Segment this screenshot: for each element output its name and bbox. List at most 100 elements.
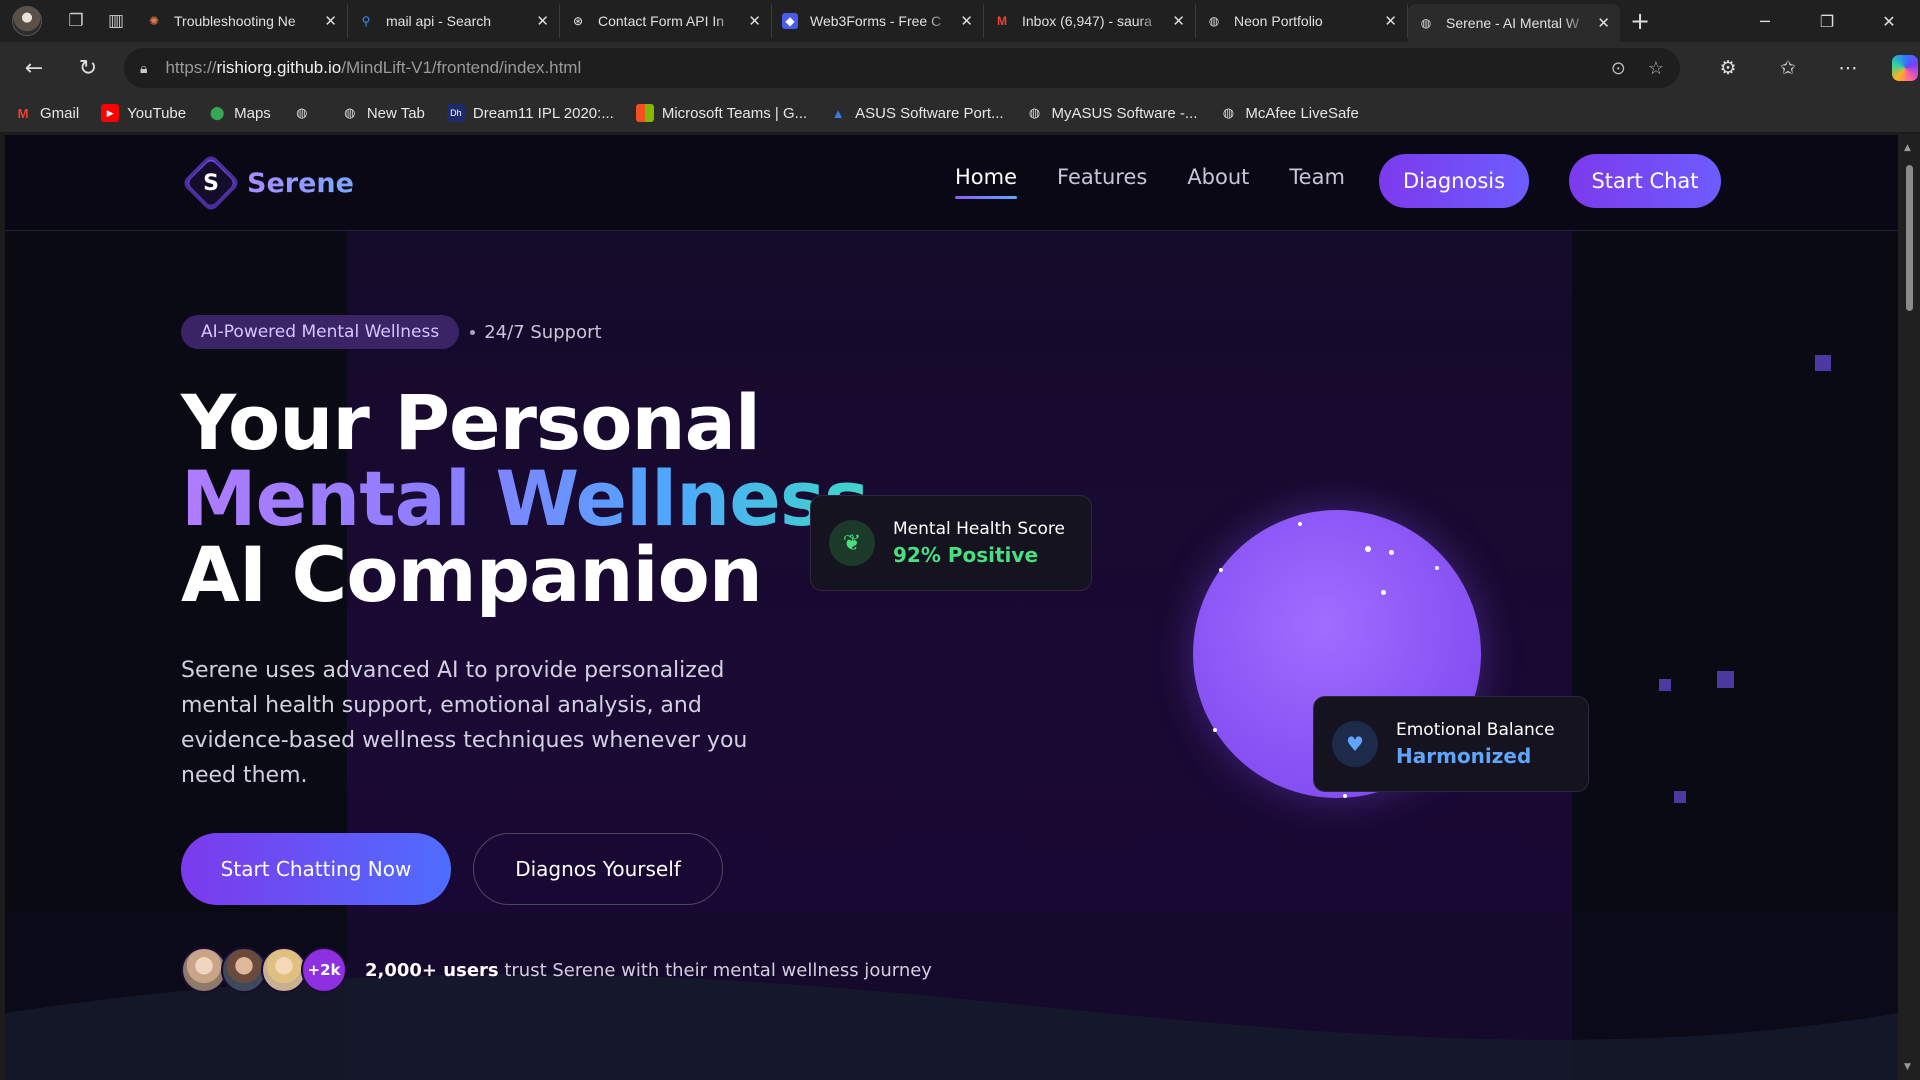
close-tab-icon[interactable]: ✕ — [1172, 12, 1185, 30]
globe-icon: ◍ — [1028, 105, 1041, 120]
wave-decoration — [5, 913, 1898, 1080]
browser-tab[interactable]: ⊛ Contact Form API In ✕ — [560, 4, 772, 38]
bookmark-asus[interactable]: ▲ ASUS Software Port... — [829, 104, 1004, 122]
web-page: S Serene Home Features About Team Diagno… — [5, 135, 1898, 1080]
close-tab-icon[interactable]: ✕ — [536, 12, 549, 30]
youtube-icon: ▶ — [101, 104, 120, 122]
asus-icon: ▲ — [831, 105, 845, 121]
card-title: Emotional Balance — [1396, 720, 1555, 740]
close-tab-icon[interactable]: ✕ — [748, 12, 761, 30]
brand-name: Serene — [247, 167, 354, 199]
close-window-icon[interactable]: ✕ — [1858, 12, 1920, 31]
bookmark-youtube[interactable]: ▶ YouTube — [101, 104, 186, 122]
decor-square — [1659, 679, 1671, 691]
card-title: Mental Health Score — [893, 519, 1065, 539]
browser-tab[interactable]: ✺ Troubleshooting Ne ✕ — [136, 4, 348, 38]
more-menu-icon[interactable]: ⋯ — [1818, 57, 1878, 79]
decor-square — [1674, 791, 1686, 803]
bookmark-teams[interactable]: Microsoft Teams | G... — [635, 104, 807, 122]
workspaces-icon[interactable]: ❐ — [56, 5, 96, 37]
microsoft-icon — [635, 104, 654, 122]
heart-pulse-icon: ♥ — [1332, 721, 1378, 767]
refresh-icon[interactable]: ↻ — [66, 48, 110, 88]
globe-icon: ◍ — [1208, 14, 1220, 28]
site-logo[interactable]: S Serene — [181, 153, 354, 213]
card-value: Harmonized — [1396, 744, 1532, 768]
dot-separator — [470, 329, 476, 335]
gmail-icon: M — [997, 14, 1007, 28]
search-icon: ⚲ — [361, 14, 371, 28]
browser-tab-bar: ❐ ▥ ✺ Troubleshooting Ne ✕ ⚲ mail api - … — [0, 0, 1920, 42]
card-value: 92% Positive — [893, 543, 1039, 567]
page-scrollbar[interactable]: ▲ ▼ — [1898, 135, 1920, 1080]
users-trust-text: 2,000+ users trust Serene with their men… — [365, 959, 932, 981]
gmail-icon: M — [17, 105, 29, 121]
nav-links: Home Features About Team — [955, 165, 1385, 199]
hero-description: Serene uses advanced AI to provide perso… — [181, 658, 748, 788]
brain-icon: ❦ — [829, 520, 875, 566]
nav-home[interactable]: Home — [955, 165, 1018, 199]
ai-badge: AI-Powered Mental Wellness — [181, 315, 460, 349]
scroll-down-icon[interactable]: ▼ — [1904, 1062, 1911, 1072]
extensions-icon[interactable]: ⚙ — [1698, 57, 1758, 79]
browser-tab[interactable]: M Inbox (6,947) - saura ✕ — [984, 4, 1196, 38]
more-users-badge: +2k — [301, 947, 347, 993]
start-chatting-button[interactable]: Start Chatting Now — [181, 833, 451, 905]
decor-square — [1815, 355, 1831, 371]
bookmark-new-tab[interactable]: ◍ New Tab — [341, 104, 425, 122]
vertical-tabs-icon[interactable]: ▥ — [96, 5, 136, 37]
close-tab-icon[interactable]: ✕ — [1597, 14, 1610, 32]
favorite-star-icon[interactable]: ☆ — [1648, 58, 1664, 79]
window-controls: ─ ❐ ✕ — [1734, 12, 1920, 31]
site-navbar: S Serene Home Features About Team Diagno… — [5, 135, 1898, 231]
restore-icon[interactable]: ❐ — [1796, 12, 1858, 31]
mental-health-score-card: ❦ Mental Health Score 92% Positive — [810, 495, 1092, 591]
emotional-balance-card: ♥ Emotional Balance Harmonized — [1313, 696, 1589, 792]
minimize-icon[interactable]: ─ — [1734, 12, 1796, 31]
browser-tab-active[interactable]: ◍ Serene - AI Mental W ✕ — [1408, 4, 1620, 42]
globe-icon: ◍ — [296, 105, 308, 120]
bookmark-myasus[interactable]: ◍ MyASUS Software -... — [1026, 104, 1198, 122]
diagnosis-button[interactable]: Diagnosis — [1379, 154, 1529, 208]
address-bar[interactable]: 🔒︎ https://rishiorg.github.io/MindLift-V… — [124, 48, 1680, 88]
user-trust-row: +2k 2,000+ users trust Serene with their… — [181, 947, 932, 993]
diagnose-yourself-button[interactable]: Diagnos Yourself — [473, 833, 723, 905]
claude-icon: ✺ — [148, 14, 160, 28]
globe-icon: ◍ — [1222, 105, 1235, 120]
reading-mode-icon[interactable]: ⊙ — [1611, 58, 1626, 79]
scrollbar-thumb[interactable] — [1906, 165, 1913, 311]
bookmark-mcafee[interactable]: ◍ McAfee LiveSafe — [1219, 104, 1359, 122]
hero-badge-row: AI-Powered Mental Wellness 24/7 Support — [181, 315, 602, 349]
nav-team[interactable]: Team — [1289, 165, 1345, 195]
copilot-icon[interactable] — [1892, 55, 1918, 81]
url-text[interactable]: https://rishiorg.github.io/MindLift-V1/f… — [165, 58, 1588, 78]
new-tab-button[interactable]: + — [1620, 7, 1660, 35]
back-arrow-icon[interactable]: ← — [12, 48, 56, 88]
globe-icon: ◍ — [1420, 16, 1432, 30]
close-tab-icon[interactable]: ✕ — [1384, 12, 1397, 30]
nav-features[interactable]: Features — [1057, 165, 1147, 195]
browser-tab[interactable]: ◆ Web3Forms - Free C ✕ — [772, 4, 984, 38]
close-tab-icon[interactable]: ✕ — [960, 12, 973, 30]
address-toolbar: ← ↻ 🔒︎ https://rishiorg.github.io/MindLi… — [0, 42, 1920, 94]
maps-icon: ⬤ — [209, 105, 225, 120]
cube-icon: ◆ — [782, 13, 798, 29]
hero-title: Your Personal Mental Wellness AI Compani… — [181, 378, 869, 619]
close-tab-icon[interactable]: ✕ — [324, 12, 337, 30]
browser-tab[interactable]: ⚲ mail api - Search ✕ — [348, 4, 560, 38]
nav-about[interactable]: About — [1187, 165, 1249, 195]
scroll-up-icon[interactable]: ▲ — [1904, 143, 1911, 153]
bookmark-globe[interactable]: ◍ — [293, 104, 319, 122]
lock-icon[interactable]: 🔒︎ — [140, 60, 147, 77]
profile-avatar[interactable] — [12, 6, 42, 36]
support-label: 24/7 Support — [484, 321, 602, 343]
bookmark-dream11[interactable]: Dh Dream11 IPL 2020:... — [446, 104, 614, 122]
browser-tab[interactable]: ◍ Neon Portfolio ✕ — [1196, 4, 1408, 38]
globe-icon: ◍ — [344, 105, 356, 120]
bookmark-maps[interactable]: ⬤ Maps — [208, 104, 271, 122]
favorites-icon[interactable]: ✩ — [1758, 57, 1818, 79]
bookmark-gmail[interactable]: M Gmail — [14, 104, 80, 122]
start-chat-button[interactable]: Start Chat — [1569, 154, 1721, 208]
decor-square — [1717, 671, 1734, 688]
bookmarks-bar: M Gmail ▶ YouTube ⬤ Maps ◍ ◍ New Tab Dh Dream… — [0, 94, 1920, 132]
